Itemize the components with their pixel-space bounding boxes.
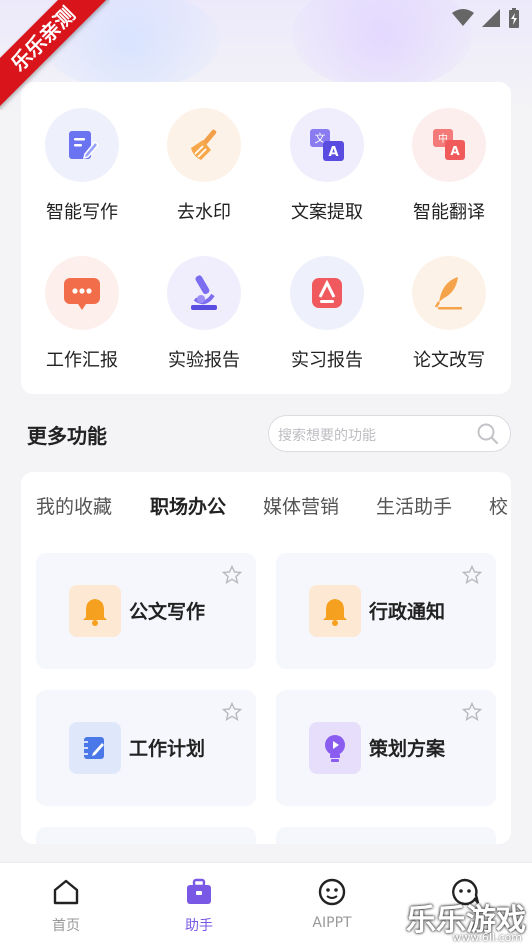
tool-label: 智能翻译 bbox=[413, 202, 485, 223]
function-card-partial[interactable] bbox=[276, 827, 496, 844]
ribbon-text: 乐乐亲测 bbox=[0, 0, 110, 110]
tool-work-report[interactable]: 工作汇报 bbox=[27, 256, 137, 372]
write-icon bbox=[69, 131, 99, 160]
tool-icon-circle bbox=[412, 256, 486, 330]
tool-icon-circle bbox=[45, 256, 119, 330]
function-label: 策划方案 bbox=[369, 738, 446, 760]
tab-life-assistant[interactable]: 生活助手 bbox=[376, 492, 452, 519]
star-icon[interactable] bbox=[462, 565, 482, 585]
search-placeholder: 搜索想要的功能 bbox=[278, 428, 376, 444]
battery-icon bbox=[509, 8, 519, 28]
star-icon[interactable] bbox=[222, 702, 242, 722]
svg-text:A: A bbox=[450, 144, 460, 158]
nav-home[interactable]: 首页 bbox=[21, 877, 111, 935]
tool-smart-writing[interactable]: 智能写作 bbox=[27, 108, 137, 224]
search-icon[interactable] bbox=[476, 422, 500, 446]
svg-text:A: A bbox=[328, 145, 338, 160]
lightbulb-icon bbox=[325, 735, 345, 762]
star-icon[interactable] bbox=[222, 565, 242, 585]
face-icon bbox=[318, 878, 346, 906]
tool-text-extract[interactable]: 文 A 文案提取 bbox=[272, 108, 382, 224]
tool-icon-circle: 文 A bbox=[290, 108, 364, 182]
tool-icon-circle bbox=[290, 256, 364, 330]
feather-icon bbox=[434, 277, 462, 310]
func-icon-box bbox=[309, 585, 361, 637]
chat-report-icon bbox=[64, 278, 100, 310]
translate-icon: 中 A bbox=[433, 129, 465, 160]
function-label: 行政通知 bbox=[369, 601, 446, 623]
letter-a-icon bbox=[312, 278, 342, 308]
bell-icon bbox=[323, 599, 347, 626]
tool-label: 工作汇报 bbox=[46, 350, 118, 371]
function-card-admin-notice[interactable]: 行政通知 bbox=[276, 553, 496, 669]
function-card-official-writing[interactable]: 公文写作 bbox=[36, 553, 256, 669]
more-functions-title: 更多功能 bbox=[27, 424, 107, 448]
function-search-input[interactable]: 搜索想要的功能 bbox=[268, 415, 511, 452]
tool-label: 实习报告 bbox=[291, 350, 363, 371]
tab-campus-partial[interactable]: 校 bbox=[489, 492, 508, 519]
func-icon-box bbox=[309, 722, 361, 774]
func-icon-box bbox=[69, 722, 121, 774]
home-icon bbox=[53, 879, 79, 905]
tool-icon-circle bbox=[167, 256, 241, 330]
tab-media-marketing[interactable]: 媒体营销 bbox=[263, 492, 339, 519]
function-label: 工作计划 bbox=[129, 738, 206, 760]
tab-favorites[interactable]: 我的收藏 bbox=[36, 492, 112, 519]
tool-smart-translate[interactable]: 中 A 智能翻译 bbox=[394, 108, 504, 224]
microscope-icon bbox=[191, 275, 217, 310]
text-extract-icon: 文 A bbox=[310, 129, 344, 161]
tool-internship-report[interactable]: 实习报告 bbox=[272, 256, 382, 372]
function-card-planning-proposal[interactable]: 策划方案 bbox=[276, 690, 496, 806]
nav-label: 助手 bbox=[185, 918, 213, 934]
function-card-partial[interactable] bbox=[36, 827, 256, 844]
toolbox-icon bbox=[187, 878, 211, 904]
tool-label: 智能写作 bbox=[46, 202, 118, 223]
nav-label: AIPPT bbox=[312, 915, 352, 931]
tool-icon-circle bbox=[45, 108, 119, 182]
test-ribbon: 乐乐亲测 bbox=[0, 0, 110, 110]
tool-lab-report[interactable]: 实验报告 bbox=[149, 256, 259, 372]
tool-label: 去水印 bbox=[177, 202, 231, 223]
wifi-icon bbox=[452, 9, 474, 26]
tools-card: 智能写作 去水印 文 A 文案提取 中 A 智能翻译 工作汇报 实验报告 实习报… bbox=[21, 82, 511, 394]
function-card-work-plan[interactable]: 工作计划 bbox=[36, 690, 256, 806]
tool-icon-circle: 中 A bbox=[412, 108, 486, 182]
tab-office[interactable]: 职场办公 bbox=[150, 492, 226, 519]
edit-doc-icon bbox=[84, 737, 104, 759]
star-icon[interactable] bbox=[462, 702, 482, 722]
tool-remove-watermark[interactable]: 去水印 bbox=[149, 108, 259, 224]
nav-assistant[interactable]: 助手 bbox=[154, 877, 244, 935]
tool-label: 实验报告 bbox=[168, 350, 240, 371]
signal-icon bbox=[482, 9, 500, 27]
function-label: 公文写作 bbox=[129, 601, 206, 623]
tool-icon-circle bbox=[167, 108, 241, 182]
function-panel: 我的收藏 职场办公 媒体营销 生活助手 校 公文写作 行政通知 工作计划 策划方… bbox=[21, 472, 511, 844]
func-icon-box bbox=[69, 585, 121, 637]
nav-aippt[interactable]: AIPPT bbox=[287, 877, 377, 931]
tool-label: 文案提取 bbox=[291, 202, 363, 223]
bell-icon bbox=[83, 599, 107, 626]
tool-paper-rewrite[interactable]: 论文改写 bbox=[394, 256, 504, 372]
tool-label: 论文改写 bbox=[413, 350, 485, 371]
watermark-url: www.6ll.com bbox=[452, 931, 522, 944]
broom-icon bbox=[191, 129, 217, 160]
nav-label: 首页 bbox=[52, 918, 80, 934]
